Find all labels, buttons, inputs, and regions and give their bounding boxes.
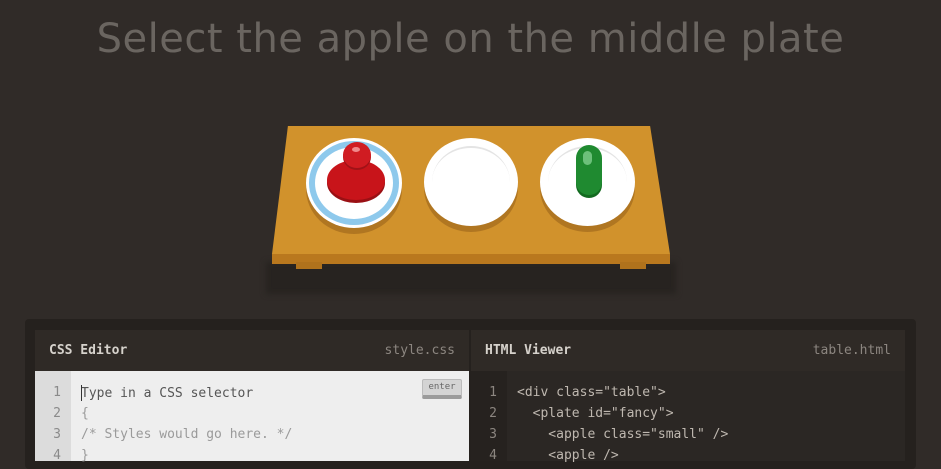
apple-shine — [352, 147, 360, 152]
enter-button[interactable]: enter — [422, 379, 462, 399]
line-number: 1 — [489, 385, 497, 400]
line-number: 2 — [489, 406, 497, 421]
middle-plate — [424, 138, 518, 226]
html-code-line[interactable]: <div class="table"> — [517, 385, 666, 400]
html-viewer-header: HTML Viewer table.html — [471, 330, 905, 371]
table-leg-left — [296, 262, 322, 269]
css-code-line: { — [81, 406, 89, 421]
table-shadow — [266, 262, 676, 294]
html-code-line[interactable]: <plate id="fancy"> — [517, 406, 674, 421]
html-code-line[interactable]: <apple class="small" /> — [517, 427, 728, 442]
table-edge — [272, 254, 670, 264]
table-leg-right — [620, 262, 646, 269]
css-editor-filename: style.css — [384, 343, 455, 358]
plate-rim — [432, 146, 510, 218]
line-number: 3 — [489, 427, 497, 442]
css-selector-input[interactable] — [81, 384, 411, 402]
css-editor-title: CSS Editor — [49, 343, 128, 358]
css-code-line: /* Styles would go here. */ — [81, 427, 293, 442]
html-viewer-filename: table.html — [812, 343, 891, 358]
css-editor-header: CSS Editor style.css — [35, 330, 469, 371]
html-viewer-title: HTML Viewer — [485, 343, 572, 358]
line-number: 3 — [53, 427, 61, 442]
apple-small — [343, 142, 371, 168]
level-instruction: Select the apple on the middle plate — [96, 16, 845, 62]
text-caret — [81, 385, 82, 401]
line-number: 2 — [53, 406, 61, 421]
line-number: 1 — [53, 385, 61, 400]
pickle-shine — [583, 151, 592, 165]
